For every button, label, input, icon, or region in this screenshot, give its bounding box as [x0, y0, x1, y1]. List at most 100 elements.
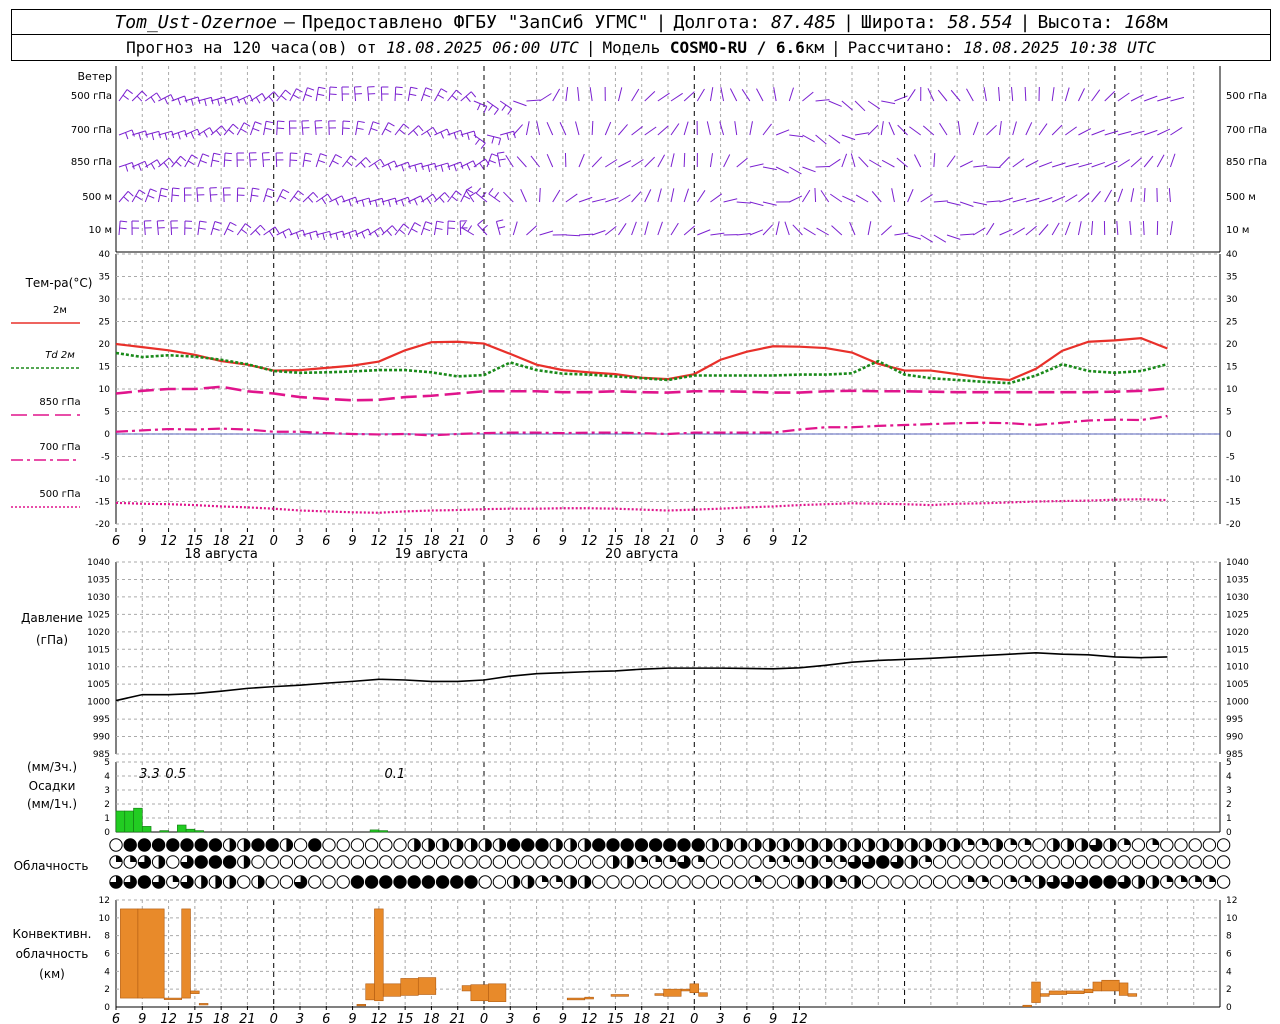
cloud-cover-circle — [237, 875, 251, 889]
y-tick-label-right: -10 — [1226, 475, 1241, 485]
wind-barb-flag — [401, 199, 405, 207]
x-tick-label: 12 — [581, 534, 598, 549]
x-tick-label: 3 — [296, 534, 304, 549]
wind-barb — [1169, 153, 1176, 168]
cloud-cover-circle — [450, 855, 464, 869]
temp-title: Тем-ра(°C) — [25, 276, 93, 290]
cloud-cover-circle — [876, 875, 890, 889]
cloud-cover-fill — [408, 875, 421, 889]
cloud-cover-fill — [1024, 838, 1031, 845]
y-tick-label-right: 0 — [1226, 828, 1232, 838]
cloud-cover-fill — [982, 838, 989, 845]
y-tick-label-right: 1 — [1226, 814, 1232, 824]
wind-barb — [657, 154, 666, 168]
wind-barb — [1117, 92, 1130, 102]
y-tick-label-left: 15 — [99, 363, 110, 373]
wind-barb — [1143, 95, 1158, 102]
y-tick-label-right: 0 — [1226, 1003, 1232, 1013]
wind-barb — [1091, 129, 1105, 136]
cloud-cover-circle — [634, 875, 649, 889]
x-tick-label: 12 — [371, 534, 388, 549]
wind-barb — [816, 227, 829, 236]
wind-barb-flag — [435, 227, 443, 230]
cloud-cover-circle — [1131, 838, 1146, 852]
wind-barb — [526, 99, 541, 102]
cloud-cover-fill — [592, 838, 605, 852]
wind-barb-flag — [447, 227, 455, 230]
cloud-cover-fill — [1166, 875, 1173, 882]
precip-bar — [133, 807, 143, 833]
wind-barb-flag — [380, 227, 385, 234]
y-tick-label-right: 4 — [1226, 967, 1232, 977]
wind-barb-flag — [432, 127, 438, 134]
cloud-cover-fill — [570, 838, 577, 852]
precip-bar — [185, 828, 196, 833]
wind-barb-flag — [493, 108, 499, 115]
y-tick-label-left: 20 — [99, 340, 111, 350]
wind-level-label-right: 500 гПа — [1226, 91, 1267, 102]
x-tick-label: 6 — [743, 1012, 751, 1024]
wind-barb — [784, 221, 790, 236]
cloud-cover-circle — [364, 855, 379, 869]
precip-bar — [378, 830, 388, 833]
wind-barb-flag — [150, 163, 156, 170]
legend-label: 850 гПа — [39, 397, 80, 408]
wind-barb-flag — [230, 98, 234, 106]
wind-barb-flag — [214, 221, 222, 225]
x-tick-label: 12 — [791, 1012, 808, 1024]
wind-barb — [618, 194, 631, 203]
y-tick-label-right: 20 — [1226, 340, 1238, 350]
y-tick-label-left: 1015 — [87, 645, 110, 655]
wind-barb — [841, 100, 853, 111]
precip-bar — [194, 830, 204, 833]
y-tick-label-right: 2 — [1226, 985, 1232, 995]
cloud-cover-circle — [435, 855, 450, 869]
convective-cloud-bar — [365, 983, 375, 1001]
wind-barb — [488, 193, 501, 203]
y-tick-label-right: 1010 — [1226, 663, 1249, 673]
wind-barb-flag — [374, 162, 379, 170]
wind-barb — [1064, 221, 1071, 236]
precip-unit-3h: (мм/3ч.) — [27, 760, 77, 774]
y-tick-label-right: 1000 — [1226, 698, 1249, 708]
cloud-cover-circle — [1174, 838, 1188, 852]
cloud-cover-fill — [436, 875, 449, 889]
wind-barb — [546, 122, 554, 136]
y-tick-label-left: 0 — [104, 828, 110, 838]
cloud-cover-circle — [577, 855, 592, 869]
convective-cloud-bar — [1022, 1004, 1032, 1008]
cloud-cover-circle — [563, 855, 578, 869]
wind-barb — [1143, 129, 1158, 136]
cloud-cover-circle — [1060, 855, 1075, 869]
cloud-cover-circle — [421, 855, 436, 869]
wind-barb — [289, 229, 304, 236]
wind-level-label-right: 10 м — [1226, 225, 1249, 236]
cloud-cover-fill — [485, 838, 492, 852]
wind-barb-flag — [453, 164, 457, 172]
cloud-cover-circle — [748, 855, 762, 869]
wind-barb-flag — [163, 162, 169, 169]
wind-barb-flag — [228, 129, 235, 135]
wind-barb-flag — [479, 162, 484, 170]
cloud-cover-fill — [698, 855, 705, 862]
cloud-cover-fill — [968, 838, 975, 845]
wind-barb — [683, 91, 695, 102]
precip-3h-label: 0.1 — [384, 767, 405, 782]
x-tick-label: 6 — [532, 1012, 540, 1024]
wind-barb-flag — [225, 152, 233, 155]
x-tick-label: 12 — [371, 1012, 388, 1024]
cloud-cover-fill — [138, 838, 151, 852]
wind-barb-flag — [410, 86, 418, 90]
wind-barb — [842, 195, 856, 203]
precip-bar — [115, 810, 126, 833]
x-tick-label: 15 — [397, 1012, 414, 1024]
convective-cloud-bar — [190, 990, 200, 994]
wind-barb — [546, 153, 554, 168]
wind-barb-flag — [455, 190, 462, 196]
cloud-cover-circle — [1145, 855, 1160, 869]
cloud-cover-fill — [1110, 838, 1117, 852]
wind-barb-flag — [172, 187, 180, 190]
wind-barb-flag — [437, 94, 445, 99]
y-tick-label-left: 0 — [104, 1003, 110, 1013]
cloud-cover-circle — [407, 855, 421, 869]
